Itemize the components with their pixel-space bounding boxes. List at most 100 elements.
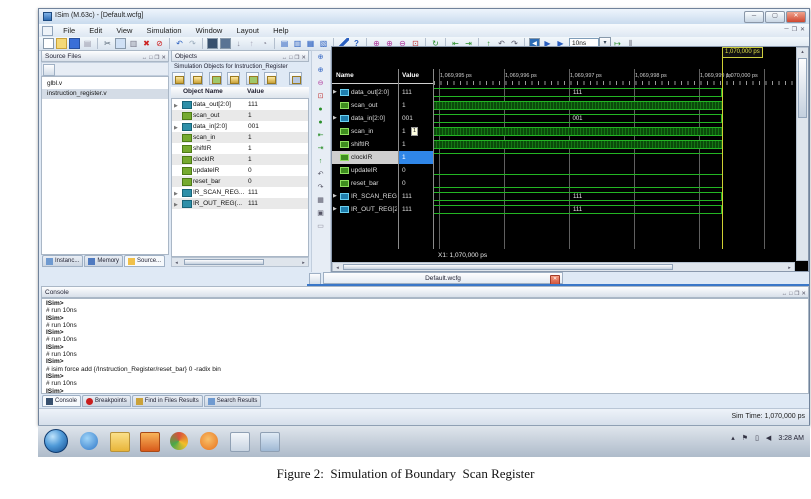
wave-signal-row[interactable]: ▶IR_SCAN_REG[2:0] xyxy=(332,190,398,203)
object-row[interactable]: clockIR 1 xyxy=(172,154,308,165)
source-files-header[interactable]: Source Files ↔ □ ❐ ✕ xyxy=(41,50,169,62)
console-header[interactable]: Console ↔ □ ❐ ✕ xyxy=(41,286,809,298)
waveform-low[interactable] xyxy=(434,187,722,188)
object-row[interactable]: updateIR 0 xyxy=(172,165,308,176)
firefox-icon[interactable] xyxy=(200,432,218,450)
layout-cascade-icon[interactable]: ▥ xyxy=(292,38,303,49)
objects-toolbar-button[interactable] xyxy=(208,72,222,85)
mdi-minimize-icon[interactable]: ─ xyxy=(784,26,788,33)
zoom-out-icon[interactable]: ⊖ xyxy=(314,78,327,90)
wave-vertical-scrollbar[interactable]: ▴ xyxy=(796,47,808,261)
maximize-icon[interactable]: □ xyxy=(289,53,292,64)
object-row[interactable]: scan_in 1 xyxy=(172,132,308,143)
explorer-folder-icon[interactable] xyxy=(110,432,130,452)
menu-view[interactable]: View xyxy=(110,24,138,35)
waveform-bus[interactable]: 111 xyxy=(434,192,722,201)
scroll-left-icon[interactable]: ◂ xyxy=(172,259,181,267)
print-icon[interactable]: ▤ xyxy=(82,38,93,49)
wave-signal-row[interactable]: ▶IR_OUT_REG[2:0] xyxy=(332,203,398,216)
waveform-toggling[interactable] xyxy=(434,101,722,110)
wave-signal-value-selected[interactable]: 1 xyxy=(399,151,433,164)
menu-file[interactable]: File xyxy=(57,24,81,35)
objects-horizontal-scrollbar[interactable]: ◂ ▸ xyxy=(171,257,309,267)
wave-signal-value[interactable]: 111 xyxy=(399,86,433,99)
close-icon[interactable]: ✕ xyxy=(301,53,306,64)
internet-explorer-icon[interactable] xyxy=(80,432,98,450)
source-file-item-selected[interactable]: instruction_register.v xyxy=(42,89,168,99)
goto-cursor-icon[interactable]: ⊡ xyxy=(314,91,327,103)
wave-signal-value[interactable]: 0 xyxy=(399,164,433,177)
layout-tile-icon[interactable]: ▤ xyxy=(279,38,290,49)
mdi-restore-icon[interactable]: ❐ xyxy=(792,26,797,33)
wave-signal-row-selected[interactable]: clockIR xyxy=(332,151,398,164)
wave-horizontal-scrollbar[interactable]: ◂ ▸ xyxy=(332,262,795,271)
run-all-icon[interactable]: ● xyxy=(314,117,327,129)
wave-signal-row[interactable]: updateIR xyxy=(332,164,398,177)
objects-toolbar-button[interactable] xyxy=(245,72,259,85)
tray-up-arrow-icon[interactable]: ▴ xyxy=(731,434,735,442)
cursor-time-flag[interactable]: 1,070,000 ps xyxy=(722,47,763,58)
flag-icon[interactable]: ⚑ xyxy=(742,434,748,442)
maximize-icon[interactable]: ▢ xyxy=(765,11,785,23)
waveform-bus[interactable]: 001 xyxy=(434,114,722,123)
waveform-high[interactable] xyxy=(434,153,722,154)
wave-signal-row[interactable]: scan_in xyxy=(332,125,398,138)
wave-signal-row[interactable]: scan_out xyxy=(332,99,398,112)
tab-search-results[interactable]: Search Results xyxy=(203,395,262,407)
source-toolbar-button[interactable] xyxy=(43,64,55,76)
scroll-right-icon[interactable]: ▸ xyxy=(299,259,308,267)
prev-transition-icon[interactable]: ⇤ xyxy=(314,130,327,142)
wave-signal-value[interactable]: 1 xyxy=(399,138,433,151)
float-icon[interactable]: ❐ xyxy=(294,53,299,64)
stop-icon[interactable]: ⊘ xyxy=(154,38,165,49)
battery-icon[interactable]: ▯ xyxy=(755,434,759,442)
mdi-close-icon[interactable]: ✕ xyxy=(800,26,805,33)
speaker-icon[interactable]: ◀ xyxy=(766,434,771,442)
wave-signal-row[interactable]: shiftIR xyxy=(332,138,398,151)
start-orb-icon[interactable] xyxy=(44,429,68,453)
scroll-up-icon[interactable]: ▴ xyxy=(798,48,807,56)
object-row[interactable]: ▶ data_out[2:0] 111 xyxy=(172,99,308,110)
next-transition-icon[interactable]: ⇥ xyxy=(314,143,327,155)
find-in-files-icon[interactable] xyxy=(220,38,231,49)
source-file-item[interactable]: glbl.v xyxy=(42,79,168,89)
wave-column-value[interactable]: Value xyxy=(402,72,419,79)
new-file-icon[interactable] xyxy=(43,38,54,49)
zoom-cursor-icon[interactable]: ⊕ xyxy=(314,52,327,64)
menu-help[interactable]: Help xyxy=(267,24,294,35)
menu-layout[interactable]: Layout xyxy=(230,24,265,35)
objects-toolbar-button[interactable] xyxy=(190,72,204,85)
wave-signal-value[interactable]: 111 xyxy=(399,190,433,203)
wave-signal-row[interactable]: reset_bar xyxy=(332,177,398,190)
wave-signal-value[interactable]: 001 xyxy=(399,112,433,125)
console-output[interactable]: ISim> # run 10ns ISim> # run 10ns ISim> … xyxy=(41,298,809,394)
waveform-toggling[interactable] xyxy=(434,140,722,149)
chrome-icon[interactable] xyxy=(170,432,188,450)
snapshot-icon[interactable]: ▣ xyxy=(314,208,327,220)
menu-simulation[interactable]: Simulation xyxy=(141,24,188,35)
tab-breakpoints[interactable]: Breakpoints xyxy=(82,395,131,407)
menu-window[interactable]: Window xyxy=(190,24,229,35)
tab-instances[interactable]: Instanc... xyxy=(42,255,84,267)
menu-edit[interactable]: Edit xyxy=(83,24,108,35)
object-row[interactable]: scan_out 1 xyxy=(172,110,308,121)
tab-memory[interactable]: Memory xyxy=(84,255,124,267)
wave-column-name[interactable]: Name xyxy=(336,72,354,79)
tab-console[interactable]: Console xyxy=(42,395,82,407)
dock-arrows-icon[interactable]: ↔ xyxy=(282,53,288,64)
find-icon[interactable] xyxy=(207,38,218,49)
open-folder-icon[interactable] xyxy=(56,38,67,49)
redo-icon[interactable]: ↷ xyxy=(187,38,198,49)
wave-signal-value[interactable]: 1 xyxy=(399,99,433,112)
title-bar[interactable]: ISim (M.63c) - [Default.wcfg] ─ ▢ ✕ xyxy=(39,9,809,25)
column-object-name[interactable]: Object Name xyxy=(183,87,223,97)
undo-icon[interactable]: ↶ xyxy=(314,169,327,181)
wave-signal-row[interactable]: ▶ data_in[2:0] xyxy=(332,112,398,125)
objects-toolbar-button[interactable] xyxy=(264,72,278,85)
objects-toolbar-button[interactable] xyxy=(227,72,241,85)
undo-icon[interactable]: ↶ xyxy=(174,38,185,49)
relaunch-icon[interactable]: ● xyxy=(314,104,327,116)
arrow-down-icon[interactable]: ↓ xyxy=(233,38,244,49)
objects-toolbar-button[interactable] xyxy=(172,72,185,85)
save-icon[interactable] xyxy=(69,38,80,49)
